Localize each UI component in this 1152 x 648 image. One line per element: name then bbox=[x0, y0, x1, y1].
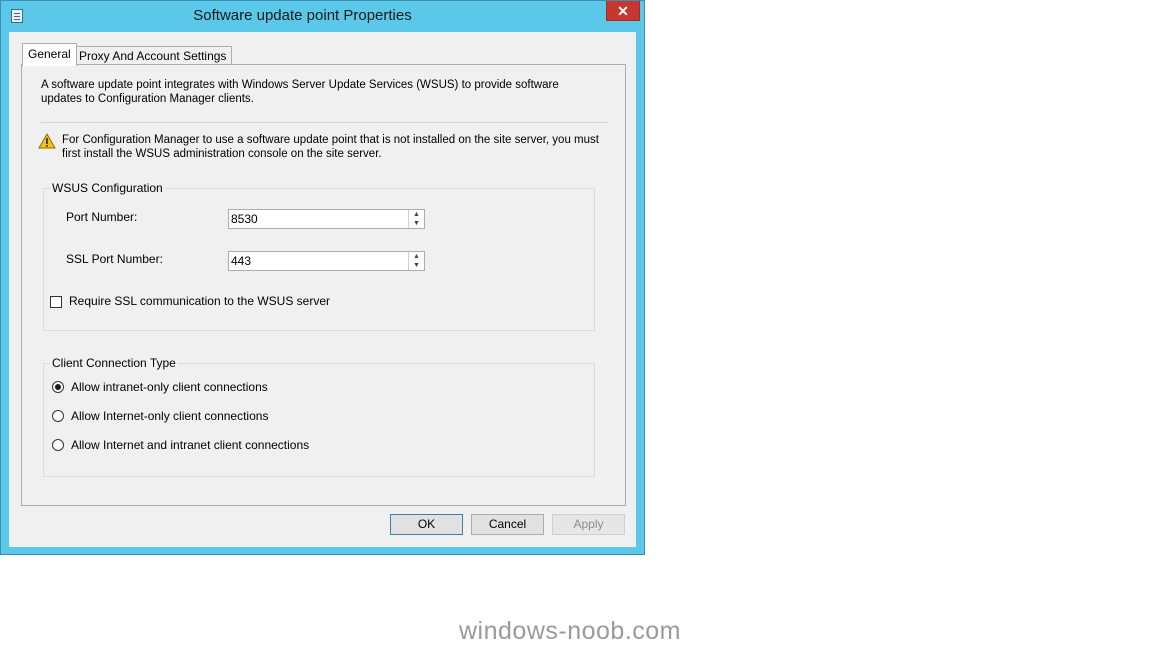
ssl-port-number-spin-buttons[interactable]: ▲ ▼ bbox=[408, 252, 424, 270]
internet-and-intranet-radio[interactable] bbox=[52, 439, 64, 451]
intranet-only-label[interactable]: Allow intranet-only client connections bbox=[71, 380, 268, 394]
port-number-label: Port Number: bbox=[66, 210, 138, 224]
require-ssl-checkbox[interactable] bbox=[50, 296, 62, 308]
require-ssl-label[interactable]: Require SSL communication to the WSUS se… bbox=[69, 294, 330, 308]
client-connection-type-label: Client Connection Type bbox=[50, 356, 178, 370]
port-number-stepper[interactable]: 8530 ▲ ▼ bbox=[228, 209, 425, 229]
client-connection-type-group: Client Connection Type Allow intranet-on… bbox=[43, 356, 595, 477]
internet-only-radio[interactable] bbox=[52, 410, 64, 422]
ssl-port-number-value: 443 bbox=[231, 254, 252, 268]
intranet-only-radio[interactable] bbox=[52, 381, 64, 393]
general-tab-panel: A software update point integrates with … bbox=[21, 64, 626, 506]
apply-button[interactable]: Apply bbox=[552, 514, 625, 535]
close-button[interactable]: ✕ bbox=[606, 1, 640, 21]
port-number-spin-buttons[interactable]: ▲ ▼ bbox=[408, 210, 424, 228]
dialog-body: General Proxy And Account Settings A sof… bbox=[9, 32, 636, 547]
spin-up-icon[interactable]: ▲ bbox=[409, 210, 424, 219]
spin-down-icon[interactable]: ▼ bbox=[409, 261, 424, 270]
ssl-port-number-stepper[interactable]: 443 ▲ ▼ bbox=[228, 251, 425, 271]
spin-down-icon[interactable]: ▼ bbox=[409, 219, 424, 228]
port-number-value: 8530 bbox=[231, 212, 258, 226]
wsus-configuration-group: WSUS Configuration Port Number: 8530 ▲ ▼… bbox=[43, 181, 595, 331]
internet-and-intranet-label[interactable]: Allow Internet and intranet client conne… bbox=[71, 438, 309, 452]
ok-button[interactable]: OK bbox=[390, 514, 463, 535]
site-watermark: windows-noob.com bbox=[459, 617, 681, 645]
window-title: Software update point Properties bbox=[193, 7, 412, 24]
warning-icon bbox=[38, 133, 56, 149]
warning-text: For Configuration Manager to use a softw… bbox=[62, 134, 599, 160]
title-bar[interactable]: Software update point Properties ✕ bbox=[1, 1, 644, 32]
tab-general[interactable]: General bbox=[22, 43, 77, 66]
properties-window: Software update point Properties ✕ Gener… bbox=[0, 0, 645, 555]
spin-up-icon[interactable]: ▲ bbox=[409, 252, 424, 261]
separator bbox=[41, 122, 609, 123]
intro-text: A software update point integrates with … bbox=[41, 79, 559, 105]
tab-proxy-and-account-settings[interactable]: Proxy And Account Settings bbox=[73, 46, 233, 65]
internet-only-label[interactable]: Allow Internet-only client connections bbox=[71, 409, 268, 423]
cancel-button[interactable]: Cancel bbox=[471, 514, 544, 535]
ssl-port-number-label: SSL Port Number: bbox=[66, 252, 163, 266]
wsus-configuration-label: WSUS Configuration bbox=[50, 181, 165, 195]
